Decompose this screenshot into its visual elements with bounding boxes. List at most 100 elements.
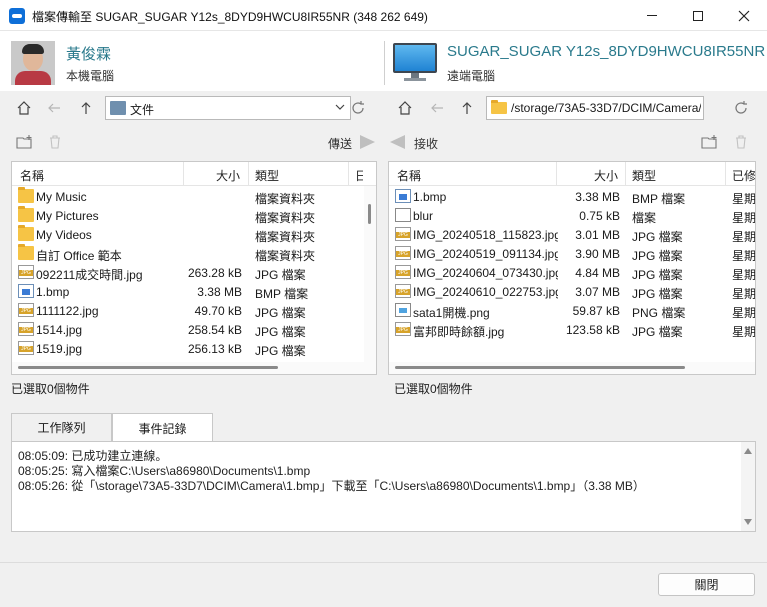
folder-icon bbox=[18, 206, 34, 222]
column-date[interactable]: 日 bbox=[355, 167, 363, 184]
local-file-list[interactable]: 名稱 大小 類型 日 My Music 檔案資料夾 My Pictures 檔案資料夾… bbox=[11, 161, 377, 375]
receive-label[interactable]: 接收 bbox=[414, 135, 438, 152]
scroll-down-icon[interactable] bbox=[744, 519, 752, 525]
scroll-up-icon[interactable] bbox=[744, 448, 752, 454]
receive-button[interactable] bbox=[388, 132, 408, 152]
file-row[interactable]: 092211成交時間.jpg 263.28 kB JPG 檔案 bbox=[12, 263, 376, 282]
local-path-select[interactable]: 文件 bbox=[105, 96, 351, 120]
local-new-folder-button[interactable] bbox=[15, 132, 35, 152]
window-title: 檔案傳輸至 SUGAR_SUGAR Y12s_8DYD9HWCU8IR55NR … bbox=[32, 10, 428, 24]
home-icon bbox=[398, 101, 412, 115]
file-row[interactable]: 富邦即時餘額.jpg 123.58 kB JPG 檔案 星期 bbox=[389, 320, 755, 339]
file-type: JPG 檔案 bbox=[255, 325, 306, 339]
jpg-file-icon bbox=[395, 246, 411, 260]
close-window-button[interactable] bbox=[721, 0, 767, 31]
new-folder-icon bbox=[701, 135, 717, 149]
file-row[interactable]: blur 0.75 kB 檔案 星期 bbox=[389, 206, 755, 225]
send-button[interactable] bbox=[357, 132, 377, 152]
local-horizontal-scrollbar[interactable] bbox=[12, 362, 376, 374]
column-date[interactable]: 已修 bbox=[732, 167, 755, 184]
file-type: JPG 檔案 bbox=[255, 306, 306, 320]
local-delete-button[interactable] bbox=[45, 132, 65, 152]
local-refresh-button[interactable] bbox=[347, 96, 369, 120]
scroll-thumb[interactable] bbox=[395, 366, 685, 369]
tab-queue[interactable]: 工作隊列 bbox=[11, 413, 112, 441]
arrow-left-icon bbox=[48, 103, 60, 113]
file-row[interactable]: sata1開機.png 59.87 kB PNG 檔案 星期 bbox=[389, 301, 755, 320]
file-size: 3.90 MB bbox=[575, 247, 620, 261]
file-row[interactable]: 1519.jpg 256.13 kB JPG 檔案 bbox=[12, 339, 376, 358]
remote-refresh-button[interactable] bbox=[730, 96, 752, 120]
file-row[interactable]: 1514.jpg 258.54 kB JPG 檔案 bbox=[12, 320, 376, 339]
column-name[interactable]: 名稱 bbox=[397, 167, 421, 184]
file-type: JPG 檔案 bbox=[632, 249, 683, 263]
column-size[interactable]: 大小 bbox=[594, 167, 618, 184]
column-separator bbox=[248, 162, 249, 186]
arrow-up-icon bbox=[462, 102, 472, 114]
remote-path-select[interactable]: /storage/73A5-33D7/DCIM/Camera/ bbox=[486, 96, 704, 120]
column-size[interactable]: 大小 bbox=[216, 167, 240, 184]
file-size: 59.87 kB bbox=[572, 304, 620, 318]
remote-home-button[interactable] bbox=[394, 96, 416, 120]
tab-event-log[interactable]: 事件記錄 bbox=[112, 413, 213, 442]
close-button[interactable]: 關閉 bbox=[658, 573, 755, 596]
file-row[interactable]: 1.bmp 3.38 MB BMP 檔案 bbox=[12, 282, 376, 301]
local-back-button[interactable] bbox=[43, 96, 65, 120]
teamviewer-icon bbox=[9, 8, 25, 24]
log-line: 08:05:26: 從「\storage\73A5-33D7\DCIM\Came… bbox=[18, 479, 645, 493]
jpg-file-icon bbox=[18, 303, 34, 317]
file-date: 星期 bbox=[732, 287, 756, 301]
send-arrow-icon bbox=[360, 135, 375, 149]
log-scrollbar[interactable] bbox=[741, 442, 755, 531]
file-name: 1.bmp bbox=[413, 190, 447, 204]
file-row[interactable]: 1.bmp 3.38 MB BMP 檔案 星期 bbox=[389, 187, 755, 206]
close-icon bbox=[738, 10, 750, 21]
remote-file-list[interactable]: 名稱 大小 類型 已修 1.bmp 3.38 MB BMP 檔案 星期 blur 0.75… bbox=[388, 161, 756, 375]
folder-icon bbox=[18, 187, 34, 203]
title-bar: 檔案傳輸至 SUGAR_SUGAR Y12s_8DYD9HWCU8IR55NR … bbox=[0, 0, 767, 31]
file-row[interactable]: 1111122.jpg 49.70 kB JPG 檔案 bbox=[12, 301, 376, 320]
scroll-thumb[interactable] bbox=[368, 204, 371, 224]
file-type: JPG 檔案 bbox=[255, 344, 306, 358]
column-type[interactable]: 類型 bbox=[255, 167, 279, 184]
file-name: IMG_20240518_115823.jpg bbox=[413, 228, 558, 242]
remote-horizontal-scrollbar[interactable] bbox=[389, 362, 755, 374]
file-row[interactable]: IMG_20240518_115823.jpg 3.01 MB JPG 檔案 星期 bbox=[389, 225, 755, 244]
file-name: 1514.jpg bbox=[36, 323, 83, 337]
local-up-button[interactable] bbox=[75, 96, 97, 120]
file-row[interactable]: My Music 檔案資料夾 bbox=[12, 187, 376, 206]
local-home-button[interactable] bbox=[13, 96, 35, 120]
maximize-button[interactable] bbox=[675, 0, 721, 31]
header-divider bbox=[384, 41, 385, 85]
local-user-name: 黃俊霖 bbox=[66, 46, 112, 63]
remote-delete-button[interactable] bbox=[731, 132, 751, 152]
scroll-thumb[interactable] bbox=[18, 366, 278, 369]
column-name[interactable]: 名稱 bbox=[20, 167, 44, 184]
column-type[interactable]: 類型 bbox=[632, 167, 656, 184]
file-row[interactable]: IMG_20240519_091134.jpg 3.90 MB JPG 檔案 星期 bbox=[389, 244, 755, 263]
file-row[interactable]: My Pictures 檔案資料夾 bbox=[12, 206, 376, 225]
file-row[interactable]: IMG_20240604_073430.jpg 4.84 MB JPG 檔案 星期 bbox=[389, 263, 755, 282]
footer-divider bbox=[0, 562, 767, 563]
column-separator bbox=[183, 162, 184, 186]
remote-back-button[interactable] bbox=[426, 96, 448, 120]
file-row[interactable]: 自訂 Office 範本 檔案資料夾 bbox=[12, 244, 376, 263]
local-actionbar: 傳送 bbox=[11, 130, 377, 154]
file-name: My Pictures bbox=[36, 209, 99, 223]
minimize-button[interactable] bbox=[629, 0, 675, 31]
send-label[interactable]: 傳送 bbox=[328, 135, 352, 152]
file-name: IMG_20240519_091134.jpg bbox=[413, 247, 558, 261]
remote-up-button[interactable] bbox=[456, 96, 478, 120]
file-date: 星期 bbox=[732, 249, 756, 263]
file-type: BMP 檔案 bbox=[632, 192, 686, 206]
documents-icon bbox=[110, 101, 126, 115]
file-type: BMP 檔案 bbox=[255, 287, 309, 301]
file-row[interactable]: My Videos 檔案資料夾 bbox=[12, 225, 376, 244]
file-row[interactable]: IMG_20240610_022753.jpg 3.07 MB JPG 檔案 星期 bbox=[389, 282, 755, 301]
file-type: JPG 檔案 bbox=[632, 325, 683, 339]
remote-new-folder-button[interactable] bbox=[700, 132, 720, 152]
file-name: 1.bmp bbox=[36, 285, 70, 299]
file-name: 富邦即時餘額.jpg bbox=[413, 325, 505, 339]
avatar bbox=[11, 41, 55, 85]
local-vertical-scrollbar[interactable] bbox=[364, 186, 376, 362]
